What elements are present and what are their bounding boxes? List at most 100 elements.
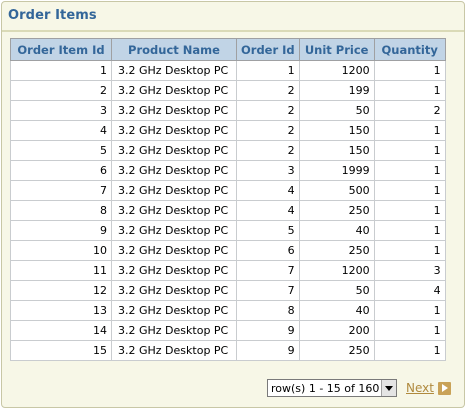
column-header-order-item-id[interactable]: Order Item Id — [10, 38, 112, 61]
table-row: 13 3.2 GHz Desktop PC 8 40 1 — [10, 300, 446, 321]
cell-order-item-id: 12 — [10, 280, 112, 301]
cell-order-item-id: 7 — [10, 180, 112, 201]
region-header: Order Items — [2, 2, 464, 32]
cell-product-name: 3.2 GHz Desktop PC — [111, 140, 237, 161]
cell-product-name: 3.2 GHz Desktop PC — [111, 160, 237, 181]
cell-unit-price: 500 — [298, 180, 375, 201]
order-items-region: Order Items Order Item Id Product Name O… — [1, 1, 465, 408]
cell-unit-price: 1200 — [298, 260, 375, 281]
table-row: 7 3.2 GHz Desktop PC 4 500 1 — [10, 180, 446, 201]
region-title: Order Items — [8, 8, 97, 23]
cell-order-item-id: 15 — [10, 340, 112, 361]
cell-order-id: 2 — [236, 120, 300, 141]
column-header-product-name[interactable]: Product Name — [111, 38, 237, 61]
cell-order-item-id: 11 — [10, 260, 112, 281]
cell-product-name: 3.2 GHz Desktop PC — [111, 120, 237, 141]
cell-unit-price: 40 — [298, 300, 375, 321]
order-items-table: Order Item Id Product Name Order Id Unit… — [10, 38, 446, 361]
cell-order-id: 7 — [236, 260, 300, 281]
cell-product-name: 3.2 GHz Desktop PC — [111, 60, 237, 81]
cell-order-id: 7 — [236, 280, 300, 301]
cell-quantity: 1 — [373, 320, 446, 341]
column-header-order-id[interactable]: Order Id — [236, 38, 300, 61]
cell-order-id: 2 — [236, 140, 300, 161]
column-header-quantity[interactable]: Quantity — [373, 38, 446, 61]
cell-order-item-id: 8 — [10, 200, 112, 221]
pagination: row(s) 1 - 15 of 160 Next — [267, 379, 451, 397]
cell-quantity: 1 — [373, 240, 446, 261]
cell-unit-price: 50 — [298, 280, 375, 301]
table-row: 11 3.2 GHz Desktop PC 7 1200 3 — [10, 260, 446, 281]
cell-quantity: 1 — [373, 60, 446, 81]
cell-order-item-id: 10 — [10, 240, 112, 261]
table-row: 5 3.2 GHz Desktop PC 2 150 1 — [10, 140, 446, 161]
next-page-link[interactable]: Next — [406, 381, 434, 395]
cell-order-id: 4 — [236, 180, 300, 201]
table-row: 6 3.2 GHz Desktop PC 3 1999 1 — [10, 160, 446, 181]
cell-order-item-id: 3 — [10, 100, 112, 121]
cell-product-name: 3.2 GHz Desktop PC — [111, 100, 237, 121]
cell-order-id: 8 — [236, 300, 300, 321]
cell-order-id: 1 — [236, 60, 300, 81]
cell-unit-price: 150 — [298, 140, 375, 161]
cell-quantity: 1 — [373, 80, 446, 101]
row-range-selected-value: row(s) 1 - 15 of 160 — [271, 381, 380, 395]
cell-unit-price: 250 — [298, 240, 375, 261]
cell-order-id: 3 — [236, 160, 300, 181]
row-range-select[interactable]: row(s) 1 - 15 of 160 — [267, 379, 397, 397]
cell-order-item-id: 13 — [10, 300, 112, 321]
table-row: 14 3.2 GHz Desktop PC 9 200 1 — [10, 320, 446, 341]
table-row: 15 3.2 GHz Desktop PC 9 250 1 — [10, 340, 446, 361]
cell-unit-price: 199 — [298, 80, 375, 101]
cell-quantity: 4 — [373, 280, 446, 301]
table-row: 12 3.2 GHz Desktop PC 7 50 4 — [10, 280, 446, 301]
cell-product-name: 3.2 GHz Desktop PC — [111, 240, 237, 261]
cell-quantity: 1 — [373, 200, 446, 221]
cell-quantity: 1 — [373, 220, 446, 241]
cell-order-id: 2 — [236, 80, 300, 101]
cell-unit-price: 50 — [298, 100, 375, 121]
cell-product-name: 3.2 GHz Desktop PC — [111, 340, 237, 361]
cell-quantity: 1 — [373, 140, 446, 161]
cell-unit-price: 40 — [298, 220, 375, 241]
cell-order-item-id: 6 — [10, 160, 112, 181]
table-row: 10 3.2 GHz Desktop PC 6 250 1 — [10, 240, 446, 261]
cell-product-name: 3.2 GHz Desktop PC — [111, 300, 237, 321]
cell-unit-price: 250 — [298, 340, 375, 361]
cell-quantity: 2 — [373, 100, 446, 121]
cell-unit-price: 200 — [298, 320, 375, 341]
cell-unit-price: 1999 — [298, 160, 375, 181]
cell-unit-price: 1200 — [298, 60, 375, 81]
column-header-unit-price[interactable]: Unit Price — [298, 38, 375, 61]
table-row: 3 3.2 GHz Desktop PC 2 50 2 — [10, 100, 446, 121]
cell-order-id: 9 — [236, 320, 300, 341]
cell-quantity: 1 — [373, 120, 446, 141]
table-row: 1 3.2 GHz Desktop PC 1 1200 1 — [10, 60, 446, 81]
cell-quantity: 1 — [373, 340, 446, 361]
chevron-down-icon[interactable] — [381, 380, 396, 396]
table-row: 9 3.2 GHz Desktop PC 5 40 1 — [10, 220, 446, 241]
cell-quantity: 1 — [373, 180, 446, 201]
cell-quantity: 1 — [373, 300, 446, 321]
cell-unit-price: 250 — [298, 200, 375, 221]
cell-product-name: 3.2 GHz Desktop PC — [111, 260, 237, 281]
cell-order-item-id: 2 — [10, 80, 112, 101]
cell-product-name: 3.2 GHz Desktop PC — [111, 200, 237, 221]
cell-order-id: 5 — [236, 220, 300, 241]
cell-order-item-id: 4 — [10, 120, 112, 141]
cell-order-item-id: 1 — [10, 60, 112, 81]
table-row: 4 3.2 GHz Desktop PC 2 150 1 — [10, 120, 446, 141]
table-row: 2 3.2 GHz Desktop PC 2 199 1 — [10, 80, 446, 101]
cell-unit-price: 150 — [298, 120, 375, 141]
cell-order-id: 6 — [236, 240, 300, 261]
arrow-right-icon[interactable] — [437, 381, 451, 395]
cell-order-id: 2 — [236, 100, 300, 121]
table-header-row: Order Item Id Product Name Order Id Unit… — [10, 38, 446, 61]
cell-order-id: 4 — [236, 200, 300, 221]
cell-product-name: 3.2 GHz Desktop PC — [111, 80, 237, 101]
table-body: 1 3.2 GHz Desktop PC 1 1200 1 2 3.2 GHz Deskt… — [10, 60, 446, 361]
cell-order-item-id: 9 — [10, 220, 112, 241]
cell-order-item-id: 5 — [10, 140, 112, 161]
cell-product-name: 3.2 GHz Desktop PC — [111, 220, 237, 241]
cell-quantity: 1 — [373, 160, 446, 181]
